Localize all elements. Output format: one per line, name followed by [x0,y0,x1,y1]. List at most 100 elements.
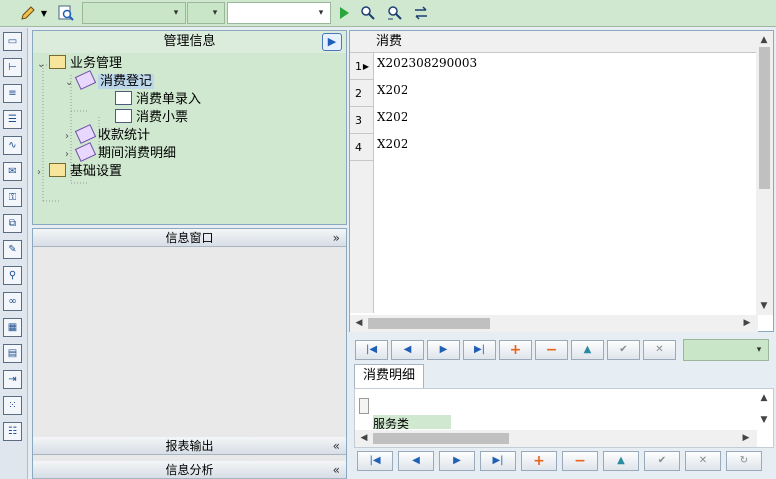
chart-icon[interactable]: ∿ [3,136,22,155]
tree-item-basic-settings[interactable]: › 基础设置 [37,163,122,181]
refresh-button[interactable]: ↻ [726,451,762,471]
scroll-down-icon[interactable]: ▼ [757,413,771,427]
info-analysis-title: 信息分析 [165,463,214,477]
last-record-button[interactable]: ▶| [463,340,496,360]
calendar-icon[interactable]: ▦ [3,318,22,337]
grid-cell[interactable]: X202 [375,134,407,161]
scroll-thumb[interactable] [373,433,509,444]
info-analysis-header[interactable]: 信息分析 « [33,461,346,479]
scroll-down-icon[interactable]: ▼ [757,299,771,313]
tree-item-consumption-entry[interactable]: 消费单录入 [115,91,201,109]
cancel-record-button[interactable]: ✕ [685,451,721,471]
prior-record-button[interactable]: ◀ [391,340,424,360]
pencil-icon[interactable] [18,3,38,23]
next-record-button[interactable]: ▶ [427,340,460,360]
tree-item-label: 消费登记 [98,74,155,89]
copy-icon[interactable]: ⧉ [3,214,22,233]
scroll-up-icon[interactable]: ▲ [757,391,771,405]
export-icon[interactable]: ⇥ [3,370,22,389]
grid-cell[interactable]: X202 [375,107,407,134]
detail-grid[interactable]: 服务类 ▲ ▼ ◀ ▶ [354,388,774,448]
tree-item-period-details[interactable]: › 期间消费明细 [65,142,176,163]
navigator-combo[interactable]: ▾ [683,339,769,361]
play-icon[interactable] [334,3,354,23]
tree-item-collection-stats[interactable]: › 收款统计 [65,124,151,145]
cancel-record-button[interactable]: ✕ [643,340,676,360]
detail-horizontal-scrollbar[interactable]: ◀ ▶ [355,430,757,447]
edit-form-icon[interactable]: ✎ [3,240,22,259]
detail-row-indicator[interactable] [359,398,369,414]
user-search-icon[interactable]: ⚲ [3,266,22,285]
row-header[interactable]: 3 [350,107,374,134]
insert-record-button[interactable]: + [499,340,532,360]
row-number: 1 [355,60,362,73]
filter-combo[interactable]: ▾ [82,2,186,24]
delete-record-button[interactable]: − [535,340,568,360]
tab-consumption-details[interactable]: 消费明细 [354,364,424,388]
mail-icon[interactable]: ✉ [3,162,22,181]
grid-cell[interactable]: X202 [375,80,407,107]
grid-vertical-scrollbar[interactable]: ▲ ▼ [756,31,773,315]
list-icon[interactable]: ☷ [3,422,22,441]
detail-cell-service-type[interactable]: 服务类 [373,415,451,429]
edit-record-button[interactable]: ▲ [571,340,604,360]
management-panel: 管理信息 ▶ ⌄ 业务管理 ⌄ 消费登记 消费单录入 消费小票 › 收款统计 › 期间消… [32,30,347,225]
scroll-left-icon[interactable]: ◀ [352,316,366,330]
search-doc-icon[interactable] [56,3,76,23]
key-list-icon[interactable]: ⚿ [3,188,22,207]
row-header[interactable]: 1 ▶ [350,53,374,80]
grid-navigator: |◀ ◀ ▶ ▶| + − ▲ ✔ ✕ ▾ [355,339,775,362]
info-window-header[interactable]: 信息窗口 » [33,229,346,247]
first-record-button[interactable]: |◀ [355,340,388,360]
post-record-button[interactable]: ✔ [644,451,680,471]
grid-horizontal-scrollbar[interactable]: ◀ ▶ [350,315,758,332]
tree-item-business[interactable]: ⌄ 业务管理 [37,55,122,73]
scroll-thumb[interactable] [368,318,490,329]
grid-icon[interactable]: ⁙ [3,396,22,415]
chevron-down-icon: ▾ [173,8,179,18]
next-record-button[interactable]: ▶ [439,451,475,471]
tree-structure-icon[interactable]: ⊢ [3,58,22,77]
expand-icon[interactable]: « [333,437,340,455]
delete-record-button[interactable]: − [562,451,598,471]
row-header[interactable]: 2 [350,80,374,107]
scroll-thumb[interactable] [759,47,770,189]
tree-item-consumption-register[interactable]: ⌄ 消费登记 [65,70,155,91]
tree-item-consumption-receipt[interactable]: 消费小票 [115,109,188,127]
grid-cell[interactable]: X202308290003 [375,53,485,80]
panel-nav-button[interactable]: ▶ [322,33,342,51]
expand-icon[interactable]: « [333,461,340,479]
last-record-button[interactable]: ▶| [480,451,516,471]
report-output-header[interactable]: 报表输出 « [33,437,346,455]
scroll-right-icon[interactable]: ▶ [740,316,754,330]
dropdown-arrow-icon[interactable]: ▼ [38,3,50,23]
column-header-consumption[interactable]: 消费 [376,31,408,53]
scroll-up-icon[interactable]: ▲ [757,33,771,47]
first-record-button[interactable]: |◀ [357,451,393,471]
search-combo[interactable]: ▾ [227,2,331,24]
refresh-link-icon[interactable] [411,3,431,23]
tree-item-label: 收款统计 [98,128,151,143]
row-header[interactable]: 4 [350,134,374,161]
detail-vertical-scrollbar[interactable]: ▲ ▼ [756,389,773,431]
prior-record-button[interactable]: ◀ [398,451,434,471]
link-icon[interactable]: ∞ [3,292,22,311]
document-icon[interactable]: ☰ [3,110,22,129]
window-icon[interactable]: ▭ [3,32,22,51]
field-combo[interactable]: ▾ [187,2,225,24]
scroll-left-icon[interactable]: ◀ [357,431,371,445]
insert-record-button[interactable]: + [521,451,557,471]
folder-icon [49,55,66,69]
expand-arrow-icon[interactable]: ⌄ [37,56,49,74]
collapse-icon[interactable]: » [333,229,340,247]
edit-record-button[interactable]: ▲ [603,451,639,471]
find-next-icon[interactable] [385,3,405,23]
report-icon[interactable]: ▤ [3,344,22,363]
expand-arrow-icon[interactable]: › [37,164,49,182]
tree-item-label: 业务管理 [70,56,123,71]
post-record-button[interactable]: ✔ [607,340,640,360]
find-icon[interactable] [358,3,378,23]
form-icon[interactable]: ≡ [3,84,22,103]
scroll-right-icon[interactable]: ▶ [739,431,753,445]
consumption-grid[interactable]: 消费 1 ▶ X202308290003 2 X202 3 X202 4 X202… [349,30,774,332]
